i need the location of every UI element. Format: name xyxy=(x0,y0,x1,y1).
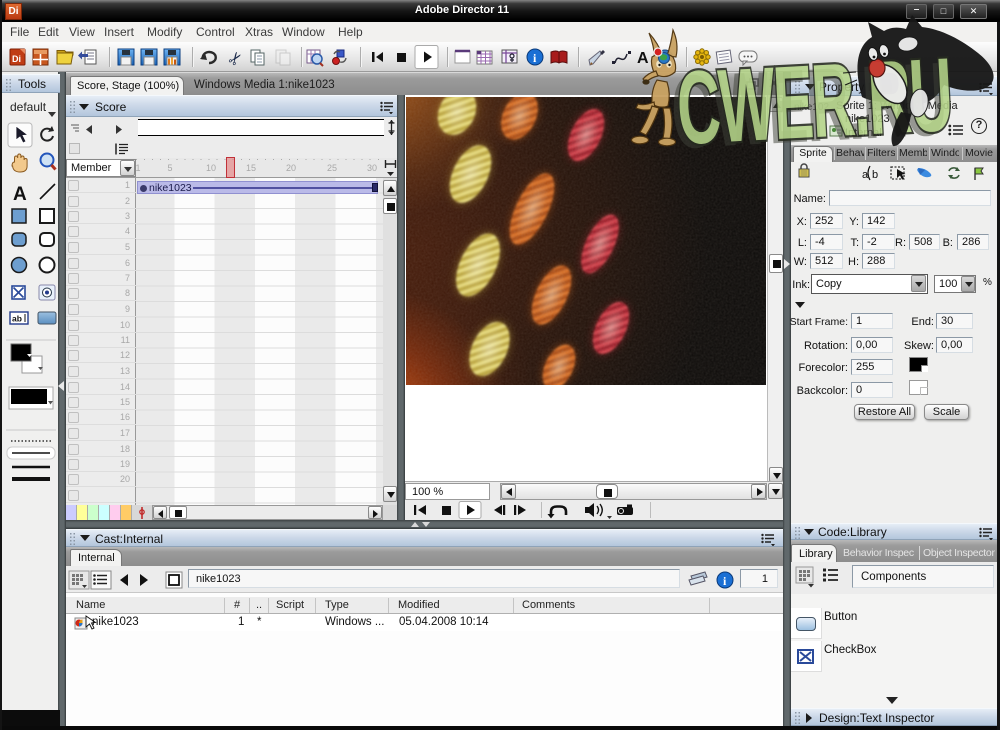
svg-text:A: A xyxy=(13,184,27,205)
svg-text:Di: Di xyxy=(12,54,21,64)
svg-text:A: A xyxy=(637,50,649,67)
svg-text:✂: ✂ xyxy=(224,47,248,70)
svg-text:ab: ab xyxy=(12,314,22,324)
svg-text:b: b xyxy=(872,169,878,181)
